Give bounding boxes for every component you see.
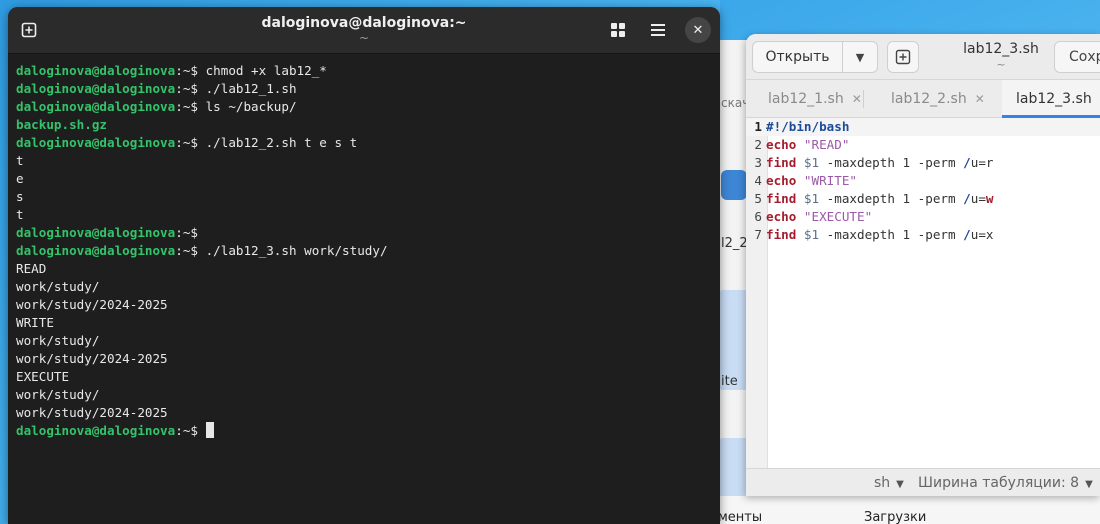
terminal-line: backup.sh.gz xyxy=(16,117,107,132)
terminal-line: work/study/ xyxy=(16,387,100,402)
code-line: 1 #!/bin/bash xyxy=(746,118,1100,136)
chevron-down-icon: ▼ xyxy=(1085,479,1093,490)
menu-button[interactable] xyxy=(645,17,671,43)
close-tab-icon[interactable]: ✕ xyxy=(975,92,985,106)
editor-header: Открыть ▼ lab12_3.sh ~ Сохр xyxy=(746,34,1100,80)
terminal-output[interactable]: daloginova@daloginova:~$ chmod +x lab12_… xyxy=(8,54,720,440)
editor-statusbar: sh ▼ Ширина табуляции: 8 ▼ xyxy=(746,468,1100,496)
tab-lab12-3[interactable]: lab12_3.sh xyxy=(1002,80,1100,118)
open-button-label: Открыть xyxy=(753,42,843,72)
terminal-line: e xyxy=(16,171,24,186)
chevron-down-icon: ▼ xyxy=(896,479,904,490)
tab-divider xyxy=(863,90,864,108)
terminal-line: s xyxy=(16,189,24,204)
chevron-down-icon[interactable]: ▼ xyxy=(843,51,877,64)
code-line: 5 find $1 -maxdepth 1 -perm /u=w xyxy=(754,191,994,206)
open-button[interactable]: Открыть ▼ xyxy=(752,41,878,73)
save-button[interactable]: Сохр xyxy=(1054,41,1100,73)
terminal-line: daloginova@daloginova:~$ chmod +x lab12_… xyxy=(16,63,327,78)
background-places-bar: менты Загрузки xyxy=(712,496,1100,524)
code-content[interactable]: 1 #!/bin/bash 2 echo "READ" 3 find $1 -maxd… xyxy=(746,118,1100,244)
grid-icon xyxy=(611,23,625,37)
tab-label: lab12_3.sh xyxy=(1016,91,1092,107)
terminal-header: daloginova@daloginova:~ ~ ✕ xyxy=(8,7,720,54)
terminal-line: daloginova@daloginova:~$ xyxy=(16,225,198,240)
terminal-line: daloginova@daloginova:~$ ls ~/backup/ xyxy=(16,99,297,114)
text-cursor xyxy=(205,422,214,438)
terminal-line: daloginova@daloginova:~$ ./lab12_2.sh t … xyxy=(16,135,358,150)
tab-overview-button[interactable] xyxy=(605,17,631,43)
terminal-line: work/study/2024-2025 xyxy=(16,405,168,420)
bg-downloads-label[interactable]: Загрузки xyxy=(864,510,926,524)
hamburger-icon xyxy=(651,24,665,36)
code-line: 7 find $1 -maxdepth 1 -perm /u=x xyxy=(754,227,994,242)
terminal-line: READ xyxy=(16,261,47,276)
tab-label: lab12_1.sh xyxy=(768,91,844,107)
bg-partial-text-ite: ite xyxy=(721,374,738,389)
bg-folder-icon xyxy=(721,170,747,200)
terminal-line: daloginova@daloginova:~$ ./lab12_1.sh xyxy=(16,81,297,96)
terminal-line: work/study/2024-2025 xyxy=(16,351,168,366)
code-line: 6 echo "EXECUTE" xyxy=(754,209,873,224)
language-selector[interactable]: sh ▼ xyxy=(874,475,904,491)
terminal-line: EXECUTE xyxy=(16,369,70,384)
terminal-line: work/study/ xyxy=(16,279,100,294)
editor-title: lab12_3.sh xyxy=(963,41,1039,57)
terminal-line: t xyxy=(16,207,24,222)
editor-tabs: lab12_1.sh ✕ lab12_2.sh ✕ lab12_3.sh xyxy=(746,80,1100,118)
editor-subtitle: ~ xyxy=(996,58,1006,71)
terminal-line: t xyxy=(16,153,24,168)
code-line: 2 echo "READ" xyxy=(754,137,850,152)
tab-lab12-2[interactable]: lab12_2.sh ✕ xyxy=(869,80,997,118)
code-line: 3 find $1 -maxdepth 1 -perm /u=r xyxy=(754,155,994,170)
tab-label: lab12_2.sh xyxy=(891,91,967,107)
tab-lab12-1[interactable]: lab12_1.sh ✕ xyxy=(746,80,862,118)
close-button[interactable]: ✕ xyxy=(685,17,711,43)
code-editor[interactable]: 1 #!/bin/bash 2 echo "READ" 3 find $1 -maxd… xyxy=(746,118,1100,468)
tab-width-selector[interactable]: Ширина табуляции: 8 ▼ xyxy=(918,475,1093,491)
close-tab-icon[interactable]: ✕ xyxy=(852,92,862,106)
new-document-icon xyxy=(895,49,911,65)
bg-documents-label[interactable]: менты xyxy=(718,510,762,524)
text-editor-window: Открыть ▼ lab12_3.sh ~ Сохр lab12_1.sh ✕ … xyxy=(746,34,1100,496)
terminal-line: work/study/2024-2025 xyxy=(16,297,168,312)
new-document-button[interactable] xyxy=(887,41,919,73)
terminal-line: daloginova@daloginova:~$ ./lab12_3.sh wo… xyxy=(16,243,388,258)
terminal-window: daloginova@daloginova:~ ~ ✕ daloginova@d… xyxy=(8,7,720,524)
code-line: 4 echo "WRITE" xyxy=(754,173,858,188)
terminal-prompt[interactable]: daloginova@daloginova:~$ xyxy=(16,422,720,440)
terminal-line: WRITE xyxy=(16,315,54,330)
terminal-line: work/study/ xyxy=(16,333,100,348)
close-icon: ✕ xyxy=(692,22,704,38)
